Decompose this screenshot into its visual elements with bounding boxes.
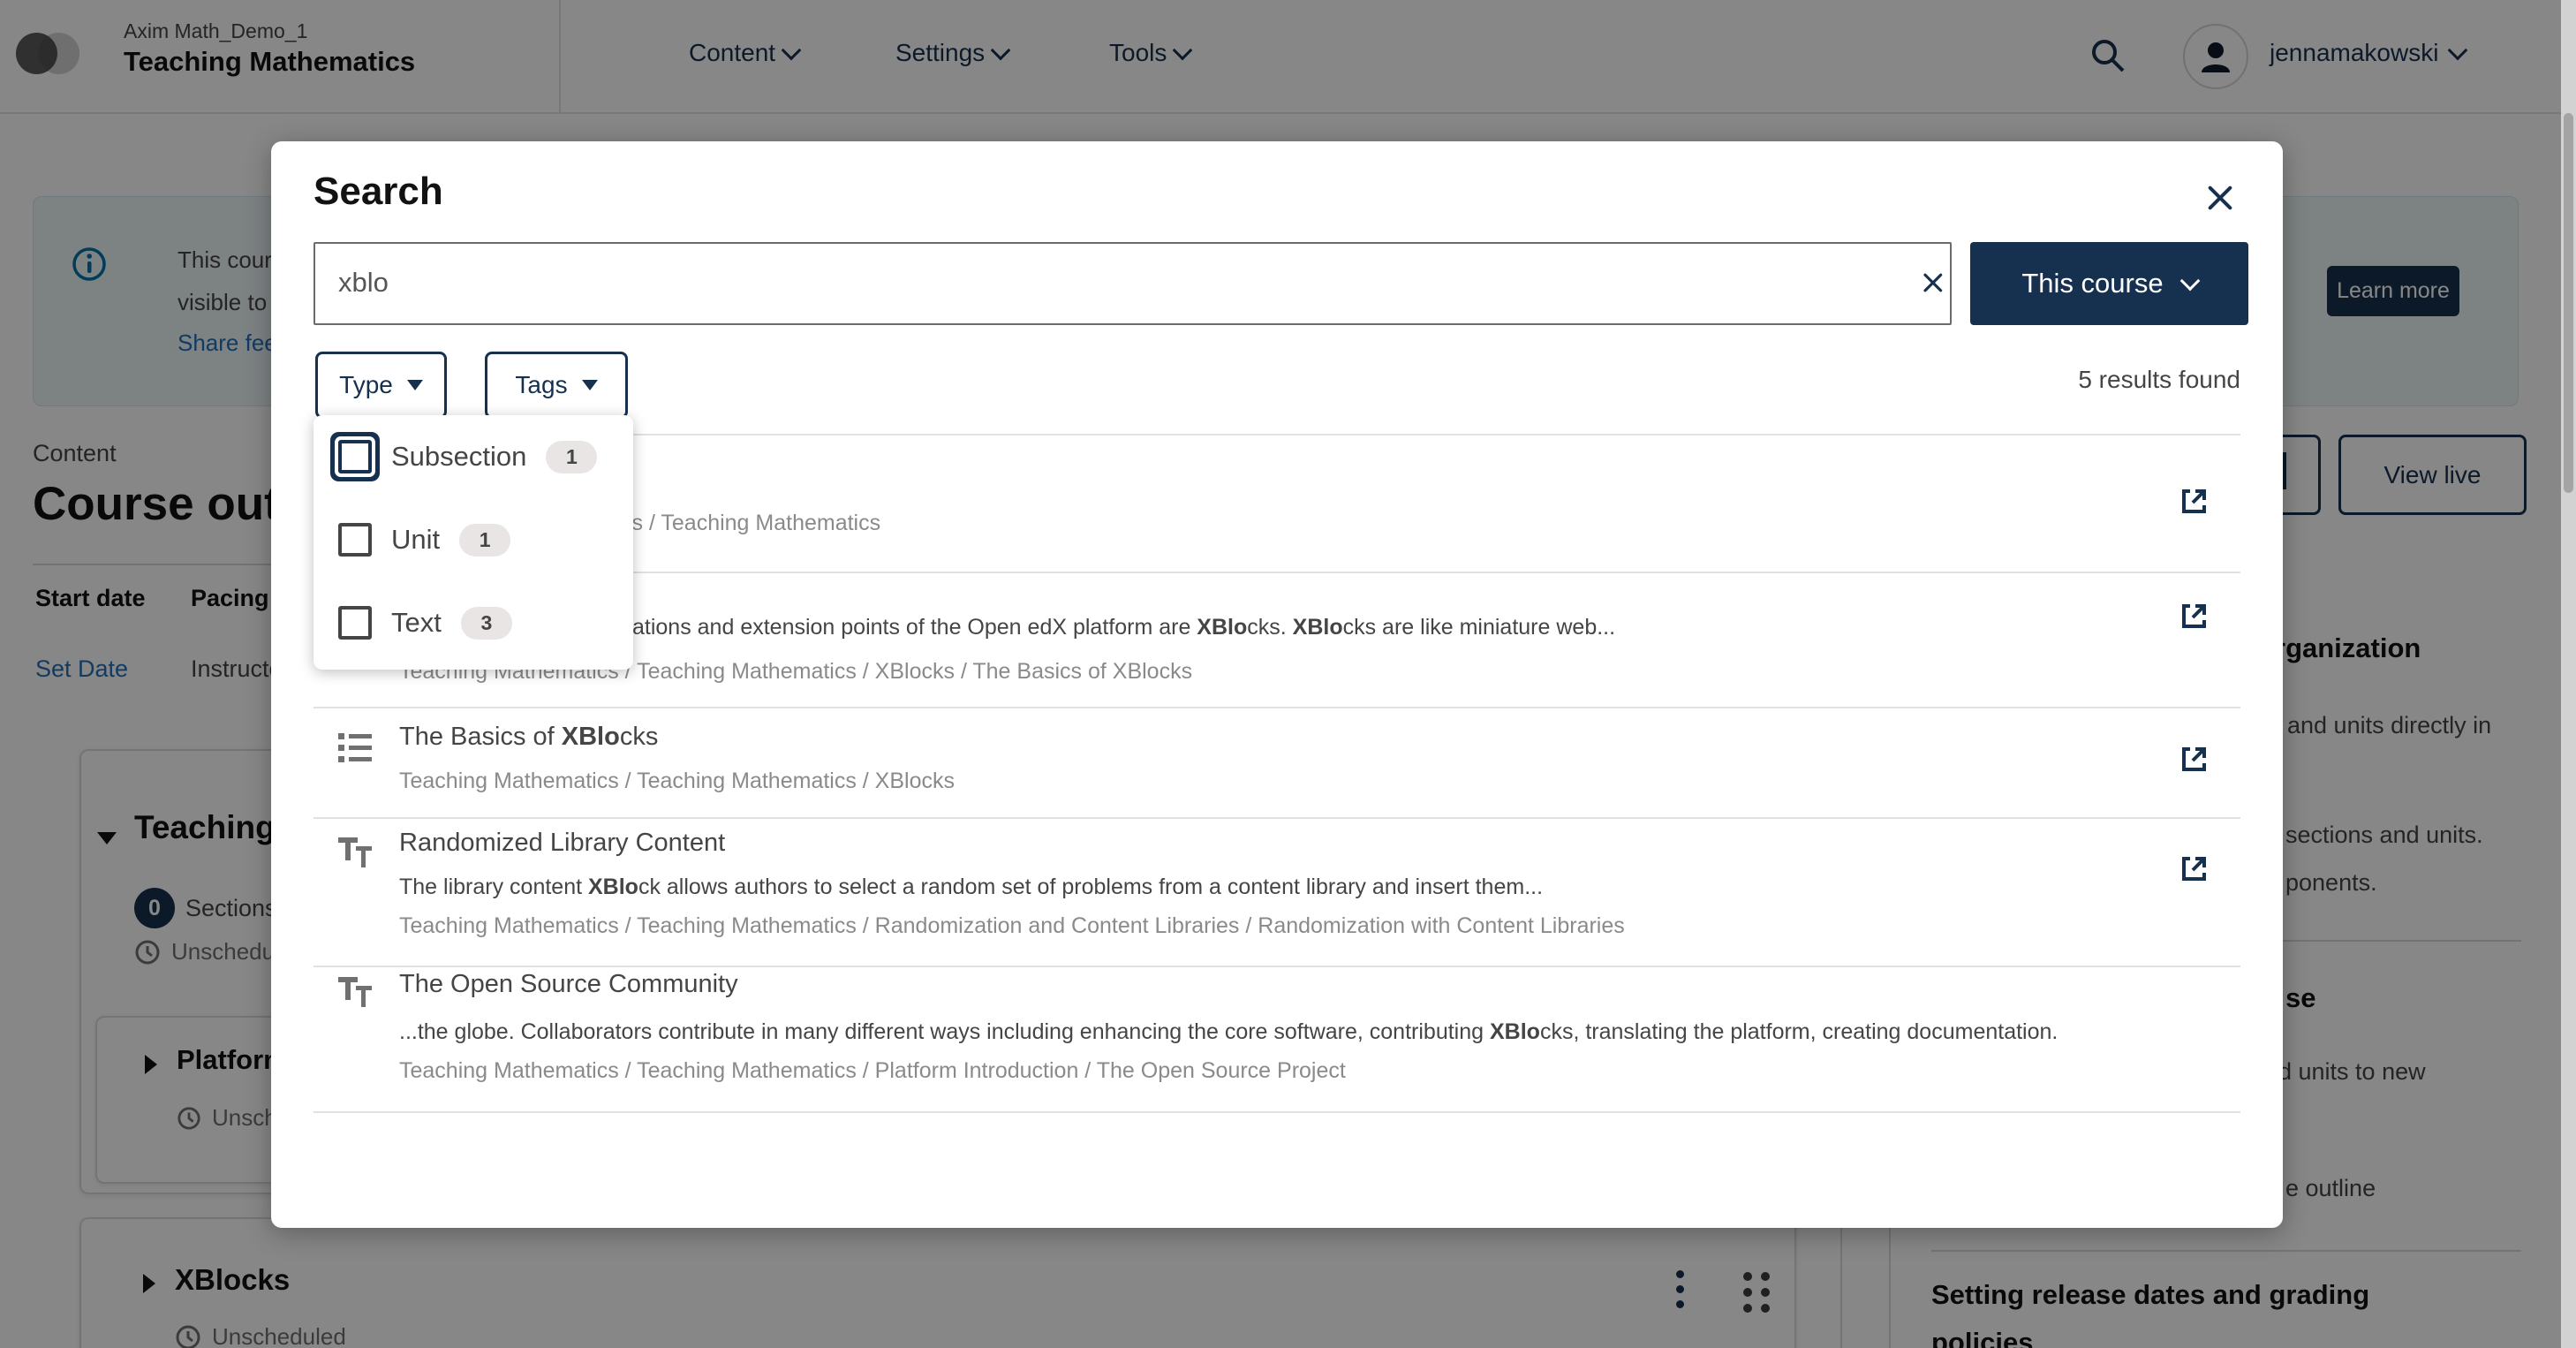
result-snippet: ...the globe. Collaborators contribute i… [399, 1019, 2058, 1045]
result-breadcrumb: Teaching Mathematics / Teaching Mathemat… [399, 913, 1625, 939]
text-block-icon [338, 975, 375, 1011]
result-snippet: The library content XBlock allows author… [399, 875, 1543, 900]
result-breadcrumb: Teaching Mathematics / Teaching Mathemat… [399, 769, 955, 794]
text-block-icon [338, 836, 375, 871]
open-in-new-icon[interactable] [2178, 484, 2211, 518]
result-snippet: ations and extension points of the Open … [632, 615, 1615, 640]
open-in-new-icon[interactable] [2178, 742, 2211, 776]
type-option-unit[interactable]: Unit 1 [338, 514, 510, 565]
type-option-text[interactable]: Text 3 [338, 597, 512, 648]
search-input[interactable]: xblo [314, 242, 1952, 325]
studio-course-outline-screen: Axim Math_Demo_1 Teaching Mathematics Co… [0, 0, 2576, 1348]
results-count: 5 results found [2078, 366, 2240, 394]
result-title: Randomized Library Content [399, 829, 725, 858]
result-divider [314, 817, 2240, 819]
result-divider [314, 707, 2240, 708]
scrollbar-thumb[interactable] [2564, 113, 2573, 493]
chevron-down-icon [2179, 271, 2200, 292]
open-in-new-icon[interactable] [2178, 599, 2211, 632]
result-divider [314, 966, 2240, 967]
open-in-new-icon[interactable] [2178, 852, 2211, 885]
checkbox-subsection[interactable] [338, 440, 372, 473]
count-badge: 1 [459, 524, 510, 557]
result-title: The Basics of XBlocks [399, 723, 658, 752]
checkbox-text[interactable] [338, 606, 372, 640]
search-scope-dropdown[interactable]: This course [1970, 242, 2248, 325]
tags-filter-button[interactable]: Tags [485, 352, 628, 419]
page-scrollbar[interactable] [2561, 0, 2576, 1348]
result-breadcrumb: Teaching Mathematics / Teaching Mathemat… [399, 1058, 1346, 1084]
modal-title: Search [314, 170, 443, 214]
count-badge: 3 [461, 607, 512, 640]
result-divider [314, 1111, 2240, 1113]
search-modal: Search xblo This course Type Tags 5 resu… [271, 141, 2283, 1228]
result-breadcrumb: cs / Teaching Mathematics [621, 511, 880, 536]
caret-down-icon [407, 380, 423, 390]
type-filter-menu: Subsection 1 Unit 1 Text 3 [314, 415, 633, 670]
result-title: The Open Source Community [399, 970, 738, 999]
checkbox-unit[interactable] [338, 523, 372, 557]
type-option-subsection[interactable]: Subsection 1 [338, 431, 597, 482]
search-query-text: xblo [338, 267, 389, 299]
type-filter-button[interactable]: Type [315, 352, 447, 419]
caret-down-icon [582, 380, 598, 390]
count-badge: 1 [546, 441, 597, 473]
subsection-list-icon [338, 731, 374, 763]
